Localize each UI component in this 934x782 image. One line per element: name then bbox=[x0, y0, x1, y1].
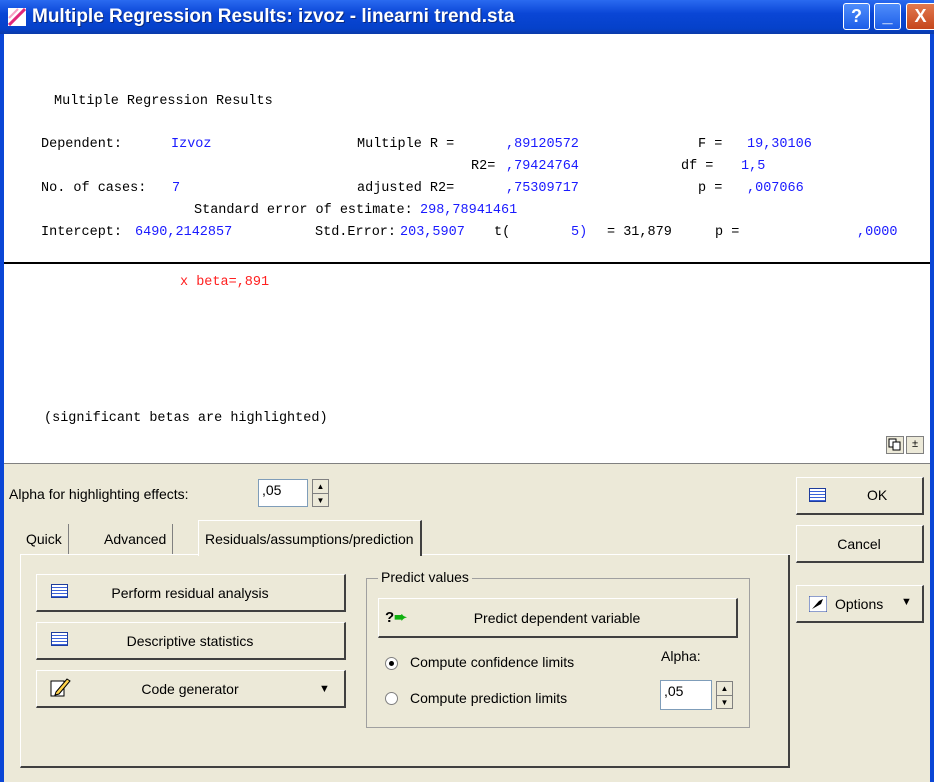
significance-note: (significant betas are highlighted) bbox=[44, 411, 328, 426]
beta-value: x beta=,891 bbox=[180, 275, 270, 290]
adjusted-r2-label: adjusted R2= bbox=[357, 181, 455, 196]
code-generator-button[interactable]: Code generator ▼ bbox=[36, 670, 346, 708]
output-divider bbox=[4, 262, 930, 264]
expand-button[interactable]: ± bbox=[906, 436, 924, 454]
predict-label: Predict dependent variable bbox=[473, 610, 641, 626]
window-title: Multiple Regression Results: izvoz - lin… bbox=[32, 6, 515, 27]
dependent-value: Izvoz bbox=[171, 137, 212, 152]
dropdown-arrow-icon: ▼ bbox=[901, 596, 912, 608]
copy-icon bbox=[888, 438, 901, 451]
results-heading: Multiple Regression Results bbox=[54, 94, 273, 109]
p-value: ,007066 bbox=[747, 181, 804, 196]
predict-alpha-spinner[interactable]: ▲ ▼ bbox=[716, 681, 733, 709]
adjusted-r2-value: ,75309717 bbox=[506, 181, 579, 196]
spin-up-icon[interactable]: ▲ bbox=[313, 480, 328, 494]
t-df: 5) bbox=[571, 225, 588, 240]
alpha-label: Alpha for highlighting effects: bbox=[9, 486, 189, 502]
p2-label: p = bbox=[715, 225, 740, 240]
tab-quick[interactable]: Quick bbox=[20, 524, 69, 554]
options-tool-icon bbox=[809, 596, 827, 612]
descriptive-label: Descriptive statistics bbox=[126, 633, 254, 649]
spin-up-icon[interactable]: ▲ bbox=[717, 682, 732, 696]
std-err-estimate-value: 298,78941461 bbox=[420, 203, 518, 218]
multiple-r-value: ,89120572 bbox=[506, 137, 579, 152]
predict-values-title: Predict values bbox=[378, 569, 472, 585]
intercept-value: 6490,2142857 bbox=[135, 225, 233, 240]
dropdown-arrow-icon: ▼ bbox=[319, 683, 330, 695]
r2-label: R2= bbox=[471, 159, 496, 174]
prediction-limits-label[interactable]: Compute prediction limits bbox=[410, 690, 567, 706]
predict-alpha-input[interactable]: ,05 bbox=[660, 680, 712, 710]
intercept-label: Intercept: bbox=[41, 225, 123, 240]
df-label: df = bbox=[681, 159, 714, 174]
minimize-button[interactable]: _ bbox=[874, 3, 901, 30]
help-button[interactable]: ? bbox=[843, 3, 870, 30]
std-err-estimate-label: Standard error of estimate: bbox=[194, 203, 413, 218]
tab-residuals-assumptions-prediction[interactable]: Residuals/assumptions/prediction bbox=[198, 520, 422, 556]
close-button[interactable]: X bbox=[906, 3, 934, 30]
perform-residual-analysis-button[interactable]: Perform residual analysis bbox=[36, 574, 346, 612]
prediction-limits-radio[interactable] bbox=[385, 692, 398, 705]
alpha-spinner[interactable]: ▲ ▼ bbox=[312, 479, 329, 507]
predict-dependent-variable-button[interactable]: ?➨ Predict dependent variable bbox=[378, 598, 738, 638]
cases-value: 7 bbox=[172, 181, 181, 196]
t-label: t( bbox=[494, 225, 511, 240]
codegen-label: Code generator bbox=[141, 681, 239, 697]
p2-value: ,0000 bbox=[857, 225, 898, 240]
alpha-input[interactable]: ,05 bbox=[258, 479, 308, 507]
ok-button[interactable]: OK bbox=[796, 477, 924, 515]
confidence-limits-radio[interactable] bbox=[385, 657, 398, 670]
spreadsheet-icon bbox=[809, 488, 826, 502]
cases-label: No. of cases: bbox=[41, 181, 147, 196]
confidence-limits-label[interactable]: Compute confidence limits bbox=[410, 654, 574, 670]
window-frame-right bbox=[930, 34, 934, 782]
options-button[interactable]: Options ▼ bbox=[796, 585, 924, 623]
results-output-panel: Multiple Regression Results Dependent: I… bbox=[4, 34, 930, 464]
residual-label: Perform residual analysis bbox=[111, 585, 269, 601]
descriptive-statistics-button[interactable]: Descriptive statistics bbox=[36, 622, 346, 660]
f-value: 19,30106 bbox=[747, 137, 812, 152]
up-down-arrow-icon: ± bbox=[911, 439, 919, 451]
spin-down-icon[interactable]: ▼ bbox=[717, 696, 732, 709]
multiple-r-label: Multiple R = bbox=[357, 137, 455, 152]
copy-button[interactable] bbox=[886, 436, 904, 454]
dependent-label: Dependent: bbox=[41, 137, 123, 152]
f-label: F = bbox=[698, 137, 723, 152]
r2-value: ,79424764 bbox=[506, 159, 579, 174]
df-value: 1,5 bbox=[741, 159, 766, 174]
cancel-label: Cancel bbox=[837, 536, 881, 552]
options-label: Options bbox=[835, 596, 884, 612]
predict-alpha-label: Alpha: bbox=[661, 648, 701, 664]
std-error-label: Std.Error: bbox=[315, 225, 397, 240]
cancel-button[interactable]: Cancel bbox=[796, 525, 924, 563]
p-label: p = bbox=[698, 181, 723, 196]
statistica-chart-icon bbox=[8, 8, 26, 26]
ok-label: OK bbox=[867, 487, 888, 503]
spin-down-icon[interactable]: ▼ bbox=[313, 494, 328, 507]
std-error-value: 203,5907 bbox=[400, 225, 465, 240]
tab-advanced[interactable]: Advanced bbox=[98, 524, 174, 554]
t-value: = 31,879 bbox=[607, 225, 672, 240]
